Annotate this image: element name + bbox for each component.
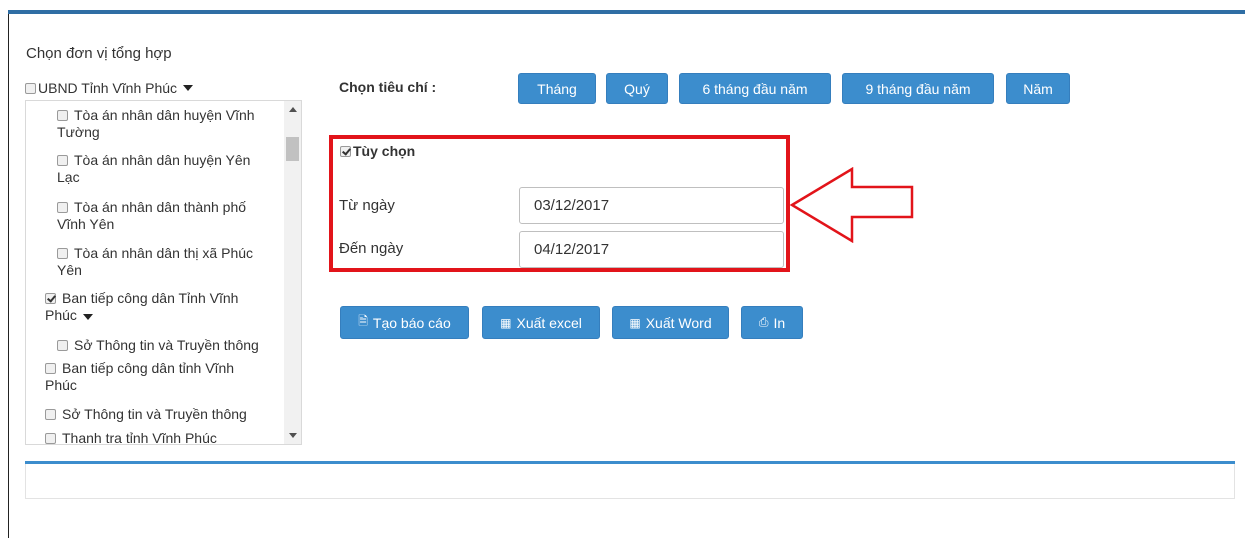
tree-item[interactable]: Tòa án nhân dân huyện Vĩnh Tường [57, 107, 255, 141]
custom-option-label: Tùy chọn [353, 143, 416, 159]
tree-root-checkbox[interactable] [25, 82, 36, 94]
tree-item-label: Ban tiếp công dân tỉnh Vĩnh [62, 360, 235, 376]
tree-root[interactable]: UBND Tỉnh Vĩnh Phúc [25, 80, 194, 96]
export-excel-button[interactable]: ▦ Xuất excel [482, 306, 600, 339]
left-arrow-icon [790, 167, 914, 243]
scroll-up-icon[interactable] [284, 101, 301, 118]
tree-item[interactable]: Sở Thông tin và Truyền thông [57, 337, 259, 354]
tree-item[interactable]: Thanh tra tỉnh Vĩnh Phúc [45, 430, 217, 445]
print-label: In [773, 314, 786, 331]
excel-icon: ▦ [500, 315, 512, 330]
window-border-left [8, 10, 9, 538]
tree-item-label: Yên [57, 262, 82, 278]
tree-item-checkbox[interactable] [57, 201, 68, 213]
tree-item[interactable]: Ban tiếp công dân tỉnh Vĩnh Phúc [45, 360, 234, 394]
print-icon: ⎙ [758, 315, 769, 329]
tree-item-label: Tòa án nhân dân thị xã Phúc [74, 245, 254, 261]
criteria-label: Chọn tiêu chí : [339, 79, 437, 95]
custom-option-checkbox[interactable] [340, 145, 351, 157]
scrollbar-thumb[interactable] [286, 137, 299, 161]
tree-root-label: UBND Tỉnh Vĩnh Phúc [38, 80, 178, 96]
tree-item[interactable]: Ban tiếp công dân Tỉnh Vĩnh Phúc [45, 290, 238, 324]
caret-down-icon[interactable] [82, 314, 93, 320]
to-date-label: Đến ngày [339, 240, 404, 257]
tree-item-checkbox[interactable] [45, 362, 56, 374]
to-date-input[interactable]: 04/12/2017 [519, 231, 784, 268]
tree-item-label: Tòa án nhân dân thành phố [74, 199, 247, 215]
tree-item-label: Phúc [45, 377, 77, 393]
tree-item-label: Ban tiếp công dân Tỉnh Vĩnh [62, 290, 239, 306]
document-icon: 🗎 [358, 314, 368, 328]
year-button[interactable]: Năm [1006, 73, 1070, 104]
caret-down-icon[interactable] [183, 85, 194, 91]
result-panel [25, 464, 1235, 499]
export-word-button[interactable]: ▦ Xuất Word [612, 306, 729, 339]
window-border-top [8, 10, 1245, 14]
tree-item-label: Lạc [57, 169, 80, 185]
word-icon: ▦ [629, 315, 641, 330]
tree-item-checkbox[interactable] [57, 109, 68, 121]
export-excel-label: Xuất excel [516, 314, 582, 331]
tree-item[interactable]: Sở Thông tin và Truyền thông [45, 406, 247, 423]
quarter-button[interactable]: Quý [606, 73, 668, 104]
tree-item-label: Tường [57, 124, 100, 140]
print-button[interactable]: ⎙ In [741, 306, 803, 339]
section-title: Chọn đơn vị tổng hợp [26, 45, 172, 62]
unit-tree-list[interactable]: Tòa án nhân dân huyện Vĩnh Tường Tòa án … [25, 100, 302, 445]
create-report-label: Tạo báo cáo [372, 314, 451, 331]
tree-item-label: Tòa án nhân dân huyện Yên [74, 152, 251, 168]
six-months-button[interactable]: 6 tháng đầu năm [679, 73, 831, 104]
tree-item-label: Tòa án nhân dân huyện Vĩnh [74, 107, 255, 123]
nine-months-button[interactable]: 9 tháng đầu năm [842, 73, 994, 104]
tree-scrollbar[interactable] [284, 101, 301, 444]
tree-item[interactable]: Tòa án nhân dân huyện Yên Lạc [57, 152, 250, 186]
tree-item-checkbox[interactable] [57, 247, 68, 259]
tree-item-label: Vĩnh Yên [57, 216, 115, 232]
tree-item[interactable]: Tòa án nhân dân thị xã Phúc Yên [57, 245, 253, 279]
tree-item-label: Thanh tra tỉnh Vĩnh Phúc [62, 430, 217, 445]
tree-item-label: Phúc [45, 307, 77, 323]
tree-item-checkbox[interactable] [45, 408, 56, 420]
export-word-label: Xuất Word [645, 314, 712, 331]
custom-option[interactable]: Tùy chọn [340, 143, 415, 159]
create-report-button[interactable]: 🗎 Tạo báo cáo [340, 306, 469, 339]
tree-item-checkbox[interactable] [57, 154, 68, 166]
tree-item-label: Sở Thông tin và Truyền thông [62, 406, 247, 422]
scroll-down-icon[interactable] [284, 427, 301, 444]
from-date-label: Từ ngày [339, 197, 395, 214]
tree-item-checkbox[interactable] [45, 292, 56, 304]
tree-item-label: Sở Thông tin và Truyền thông [74, 337, 259, 353]
tree-item[interactable]: Tòa án nhân dân thành phố Vĩnh Yên [57, 199, 246, 233]
tree-item-checkbox[interactable] [57, 339, 68, 351]
tree-item-checkbox[interactable] [45, 432, 56, 444]
month-button[interactable]: Tháng [518, 73, 596, 104]
from-date-input[interactable]: 03/12/2017 [519, 187, 784, 224]
